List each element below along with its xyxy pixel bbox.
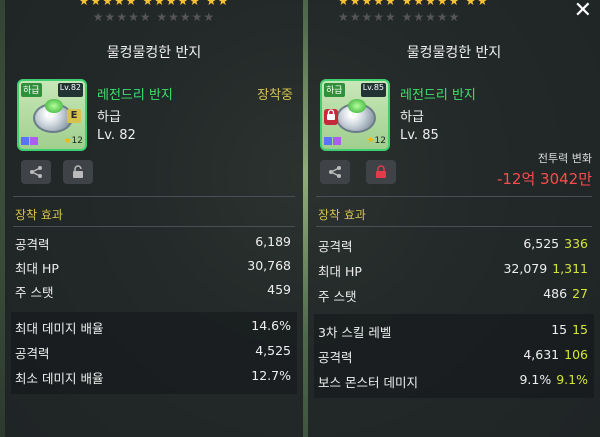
stat-label: 공격력 xyxy=(318,350,353,365)
item-grade: 하급 xyxy=(400,110,424,125)
stat-value: 459 xyxy=(267,282,291,297)
stat-bonus: 9.1% xyxy=(556,372,588,387)
item-grade: 하급 xyxy=(97,110,121,125)
item-icon: 하급 Lv.85 ★12 xyxy=(320,79,390,151)
item-level: Lv. 85 xyxy=(400,128,439,143)
starforce-stars: ★★★★★ ★★★★★ ★★ xyxy=(78,0,230,8)
stat-bonus: 336 xyxy=(564,236,588,251)
stat-value: 6,525 xyxy=(523,236,560,251)
stat-value: 6,189 xyxy=(255,234,291,249)
stat-bonus: 15 xyxy=(572,322,588,337)
equipped-label: 장착중 xyxy=(257,88,293,103)
star-count: ★12 xyxy=(63,136,83,146)
starforce-stars-empty: ★★★★★ ★★★★★ xyxy=(338,10,461,24)
stat-value: 15 xyxy=(551,322,568,337)
item-title: 물컹물컹한 반지 xyxy=(106,45,202,61)
unlock-icon xyxy=(73,165,83,178)
stat-label: 주 스탯 xyxy=(318,289,357,304)
potential-blue-icon xyxy=(324,137,332,145)
starforce-stars: ★★★★★ ★★★★★ ★★ xyxy=(338,0,489,8)
potential-blue-icon xyxy=(21,137,29,145)
stat-row: 보스 몬스터 데미지 9.1% 9.1% xyxy=(318,372,588,390)
gem-icon xyxy=(45,99,63,113)
section-title-equip-effect: 장착 효과 xyxy=(15,208,63,222)
equipped-badge: E xyxy=(67,109,81,123)
divider xyxy=(316,226,592,227)
share-icon xyxy=(30,166,42,178)
stat-value: 32,079 xyxy=(503,261,548,276)
equipped-item-tooltip: ★★★★★ ★★★★★ ★★ ★★★★★ ★★★★★ 물컹물컹한 반지 하급 L… xyxy=(5,0,303,437)
stat-value: 9.1% xyxy=(519,372,552,387)
divider xyxy=(316,196,592,197)
share-icon xyxy=(329,166,341,178)
stat-row: 공격력 6,525 336 xyxy=(318,236,588,254)
stat-row: 공격력 4,631 106 xyxy=(318,347,588,365)
item-grade-tag: 하급 xyxy=(324,83,345,97)
stat-label: 최대 HP xyxy=(15,261,59,276)
item-level-tag: Lv.85 xyxy=(360,83,386,97)
share-button[interactable] xyxy=(320,160,350,184)
item-name: 레전드리 반지 xyxy=(400,88,476,103)
lock-button[interactable] xyxy=(63,160,93,184)
item-level-tag: Lv.82 xyxy=(57,83,83,97)
share-button[interactable] xyxy=(21,160,51,184)
star-count: ★12 xyxy=(366,136,386,146)
item-grade-tag: 하급 xyxy=(21,83,42,97)
stat-row: 최대 데미지 배율 14.6% xyxy=(15,318,291,336)
stat-value: 4,525 xyxy=(255,343,291,358)
stat-value: 30,768 xyxy=(247,258,291,273)
combat-power-change-value: -12억 3042만 xyxy=(496,170,592,188)
divider xyxy=(13,196,295,197)
stat-row: 최소 데미지 배율 12.7% xyxy=(15,368,291,386)
stat-row: 최대 HP 30,768 xyxy=(15,258,291,276)
stat-row: 주 스탯 486 27 xyxy=(318,286,588,304)
stat-bonus: 27 xyxy=(572,286,588,301)
lock-icon xyxy=(324,109,338,125)
compare-item-tooltip: ★★★★★ ★★★★★ ★★ ★★★★★ ★★★★★ ✕ 물컹물컹한 반지 하급… xyxy=(308,0,600,437)
stat-value: 486 xyxy=(543,286,568,301)
stat-label: 주 스탯 xyxy=(15,285,54,300)
combat-power-change-label: 전투력 변화 xyxy=(537,152,592,165)
stat-label: 공격력 xyxy=(318,239,353,254)
item-icon: 하급 Lv.82 E ★12 xyxy=(17,79,87,151)
starforce-stars-empty: ★★★★★ ★★★★★ xyxy=(92,10,216,24)
stat-row: 공격력 4,525 xyxy=(15,343,291,361)
divider xyxy=(13,226,295,227)
stat-row: 3차 스킬 레벨 15 15 xyxy=(318,322,588,340)
lock-icon xyxy=(376,165,386,178)
section-title-equip-effect: 장착 효과 xyxy=(318,208,366,222)
item-level: Lv. 82 xyxy=(97,128,136,143)
stat-label: 공격력 xyxy=(15,346,50,361)
stat-row: 최대 HP 32,079 1,311 xyxy=(318,261,588,279)
item-name: 레전드리 반지 xyxy=(97,88,173,103)
stat-label: 최대 HP xyxy=(318,264,362,279)
stat-label: 보스 몬스터 데미지 xyxy=(318,375,418,390)
stat-label: 최소 데미지 배율 xyxy=(15,371,104,386)
potential-purple-icon xyxy=(30,137,38,145)
stat-label: 공격력 xyxy=(15,237,50,252)
stat-label: 최대 데미지 배율 xyxy=(15,321,104,336)
stat-value: 12.7% xyxy=(251,368,291,383)
stat-value: 14.6% xyxy=(251,318,291,333)
item-title: 물컹물컹한 반지 xyxy=(406,45,502,61)
star-icon: ★ xyxy=(366,136,375,146)
stat-row: 주 스탯 459 xyxy=(15,282,291,300)
potential-purple-icon xyxy=(333,137,341,145)
lock-button[interactable] xyxy=(366,160,396,184)
gem-icon xyxy=(348,99,366,113)
stat-bonus: 1,311 xyxy=(552,261,588,276)
stat-label: 3차 스킬 레벨 xyxy=(318,325,392,340)
close-button[interactable]: ✕ xyxy=(574,0,592,23)
stat-bonus: 106 xyxy=(564,347,588,362)
stat-row: 공격력 6,189 xyxy=(15,234,291,252)
stat-value: 4,631 xyxy=(523,347,560,362)
star-icon: ★ xyxy=(63,136,72,146)
